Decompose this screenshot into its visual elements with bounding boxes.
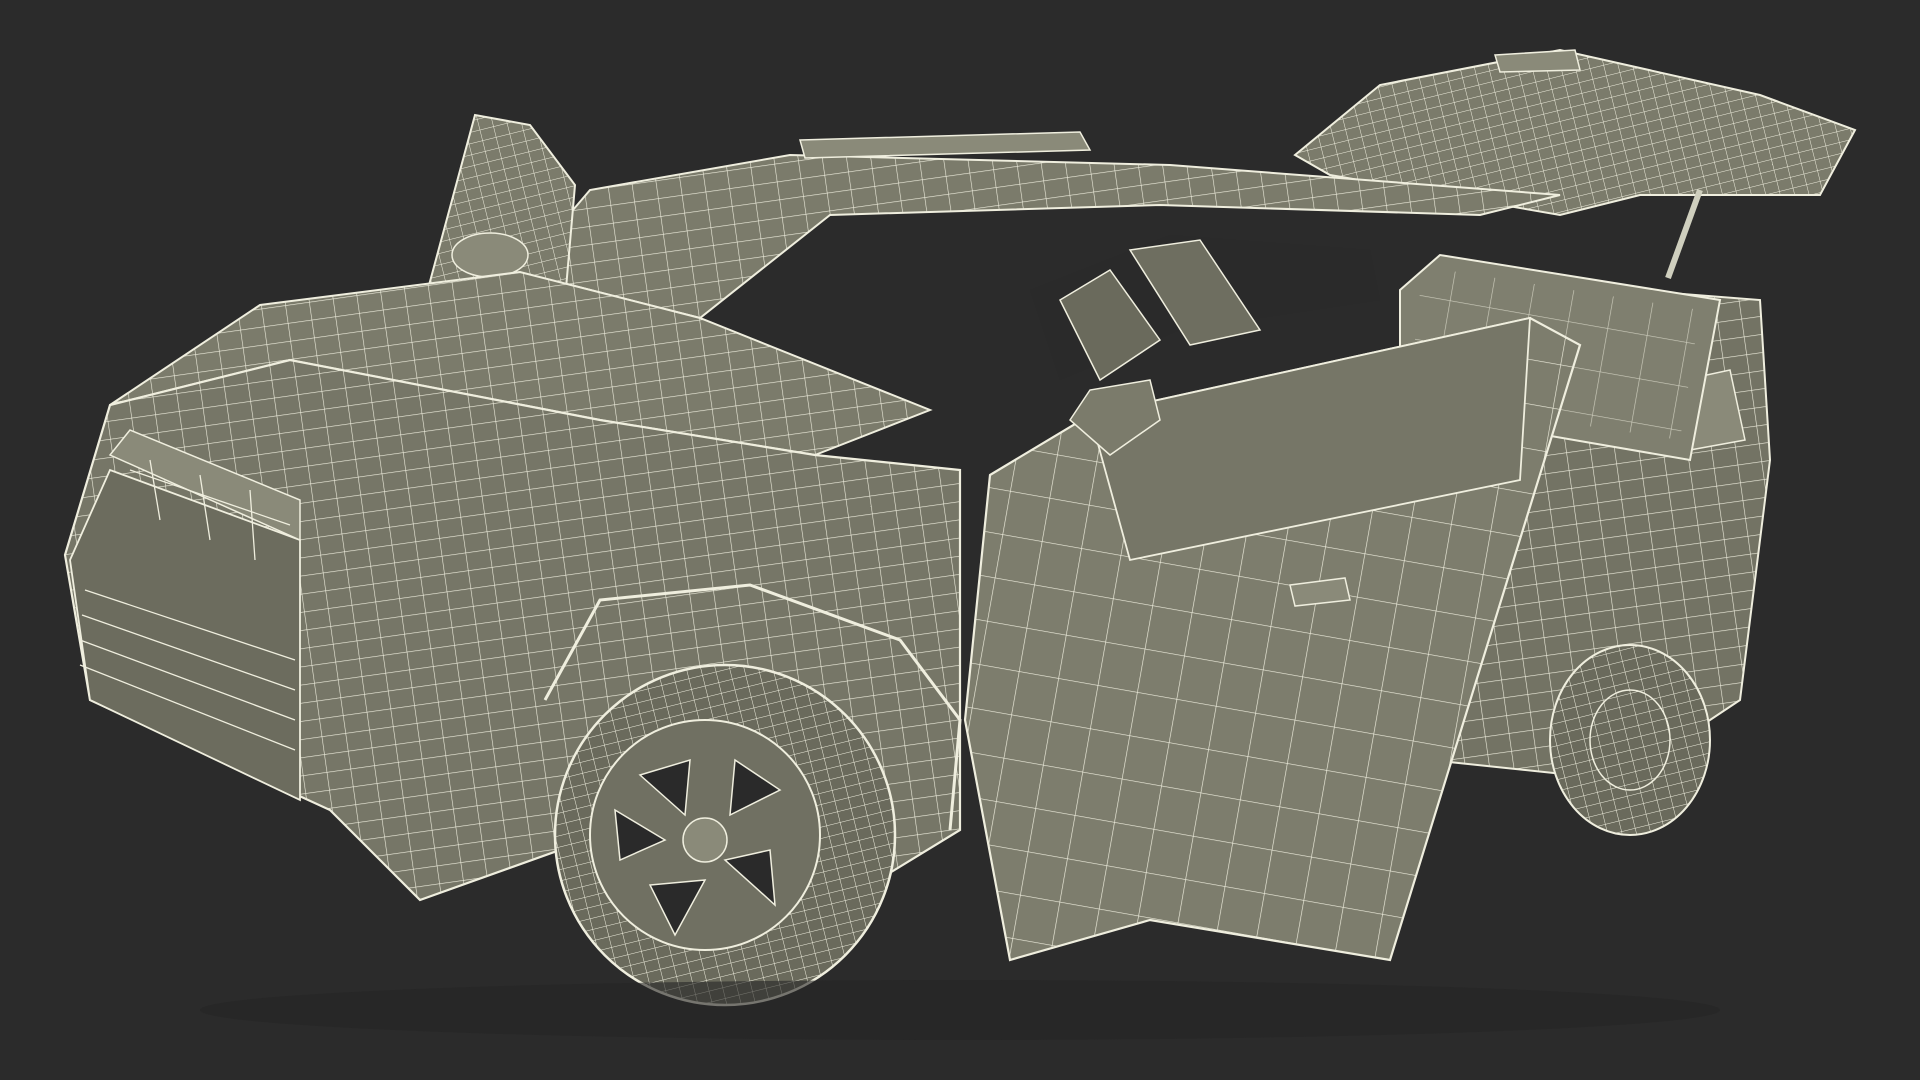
wireframe-car-render [0, 0, 1920, 1080]
wheel-hub [682, 817, 728, 863]
ground-shadow [200, 980, 1720, 1040]
render-viewport [0, 0, 1920, 1080]
